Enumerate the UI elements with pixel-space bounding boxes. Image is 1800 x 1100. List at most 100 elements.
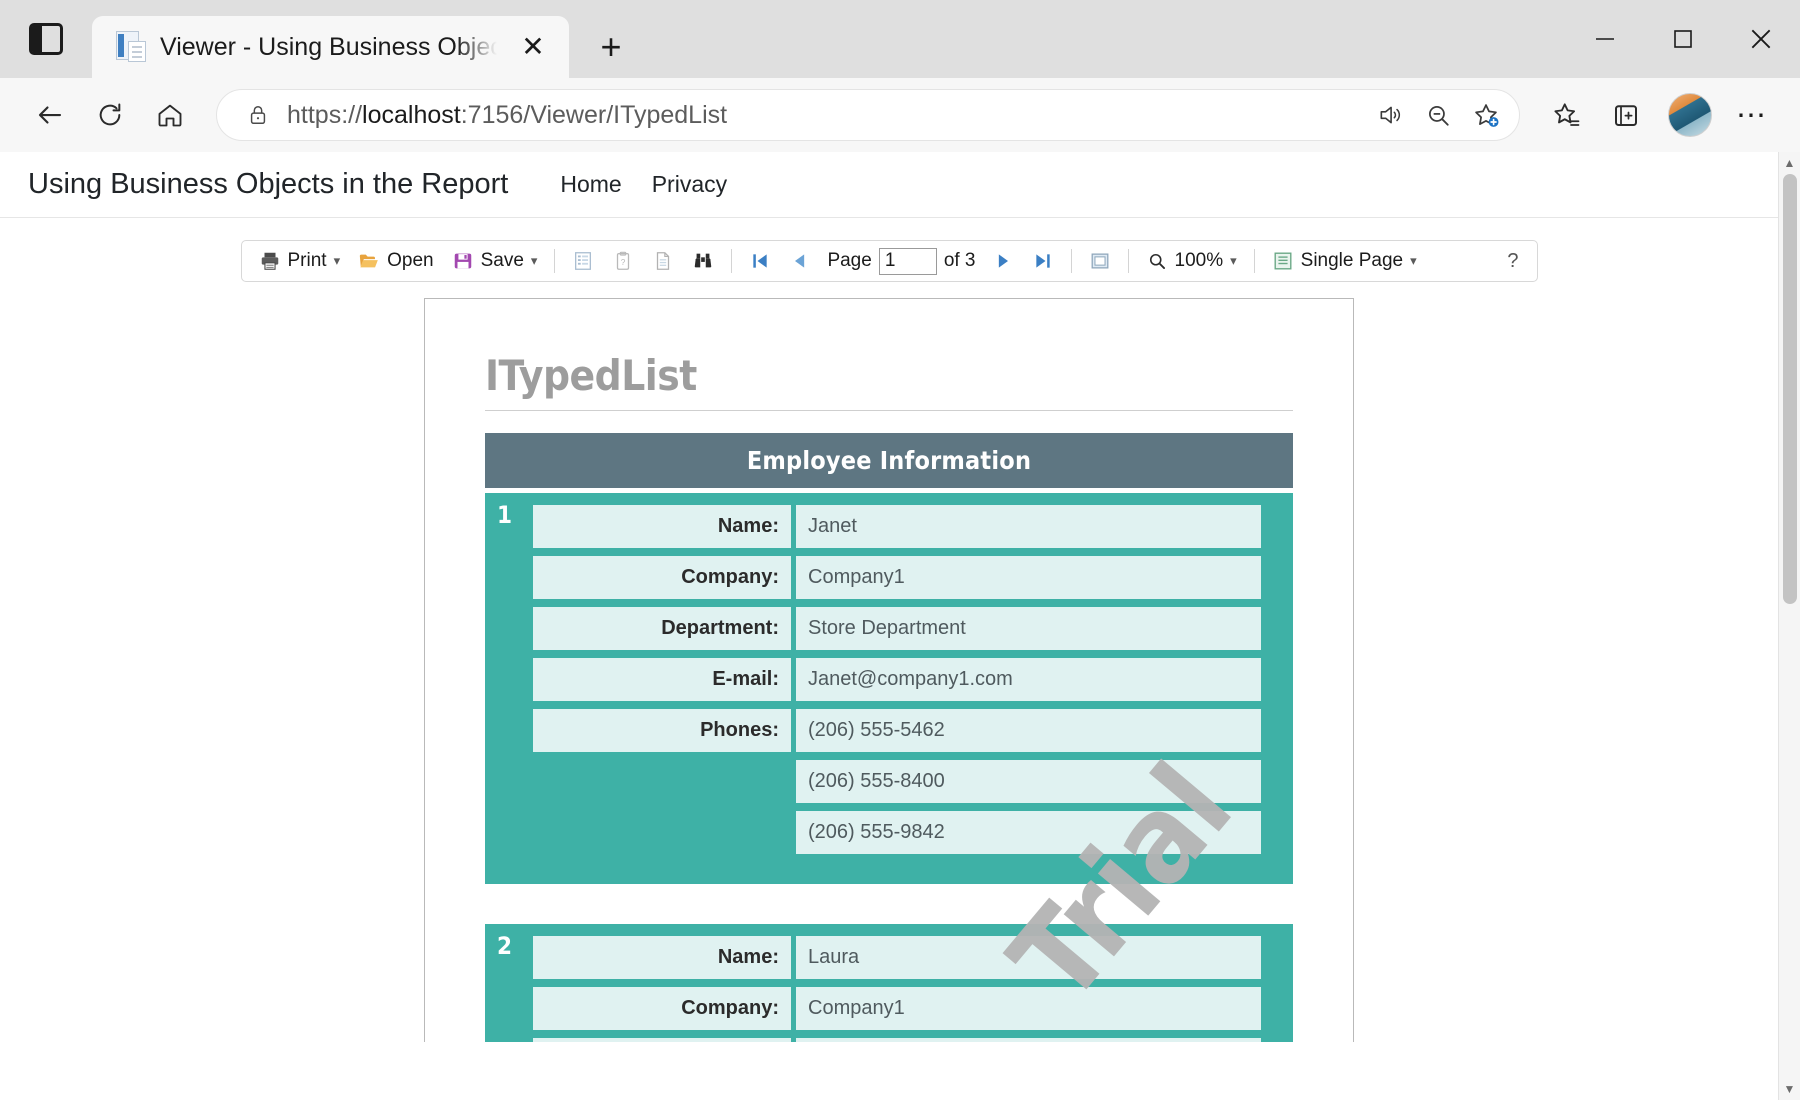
- chevron-down-icon[interactable]: ▾: [334, 253, 341, 269]
- toolbar-divider: [554, 249, 556, 273]
- lock-icon: [241, 103, 275, 127]
- field-row: Name: Laura: [533, 936, 1261, 979]
- title-divider: [485, 410, 1293, 411]
- browser-window: Viewer - Using Business Objects i ✕ +: [0, 0, 1800, 1100]
- last-page-button[interactable]: [1023, 244, 1063, 278]
- print-label: Print: [287, 250, 327, 271]
- web-page: Using Business Objects in the Report Hom…: [0, 152, 1778, 1100]
- outline-icon: [572, 250, 594, 272]
- split-screen-icon: [29, 23, 63, 55]
- field-row: (206) 555-8400: [533, 760, 1261, 803]
- record-number: 1: [497, 501, 513, 529]
- report-title: ITypedList: [485, 351, 697, 400]
- site-nav: Home Privacy: [560, 171, 727, 198]
- next-page-button[interactable]: [983, 244, 1023, 278]
- printer-icon: [259, 250, 281, 272]
- report-page: ITypedList Employee Information 1 Name: …: [424, 298, 1354, 1042]
- zoom-value: 100%: [1174, 250, 1224, 271]
- svg-text:?: ?: [621, 258, 626, 267]
- record-card: 1 Name: Janet Company: Company1 Departme…: [485, 493, 1293, 884]
- parameters-button[interactable]: ?: [603, 244, 643, 278]
- field-value: Janet: [796, 505, 1261, 548]
- parameters-icon: ?: [612, 250, 634, 272]
- next-page-icon: [992, 250, 1014, 272]
- field-label: Company:: [533, 987, 791, 1030]
- page-count-label: of 3: [943, 250, 976, 271]
- url-scheme: https://: [287, 100, 363, 129]
- field-label: Phones:: [533, 709, 791, 752]
- page-label: Page: [827, 250, 872, 271]
- field-row: [533, 1038, 1261, 1042]
- close-icon[interactable]: [1722, 0, 1800, 78]
- add-favorite-icon[interactable]: [1463, 92, 1509, 138]
- save-label: Save: [480, 250, 524, 271]
- view-mode-button[interactable]: Single Page ▾: [1263, 244, 1426, 278]
- zoom-out-icon[interactable]: [1415, 92, 1461, 138]
- first-page-icon: [749, 250, 771, 272]
- help-button[interactable]: ?: [1507, 250, 1528, 273]
- url-text[interactable]: https://localhost:7156/Viewer/ITypedList: [275, 101, 1367, 130]
- zoom-control[interactable]: 100% ▾: [1137, 244, 1246, 278]
- back-arrow-icon[interactable]: [22, 87, 78, 143]
- chevron-down-icon[interactable]: ▾: [531, 253, 538, 269]
- field-row: Company: Company1: [533, 556, 1261, 599]
- outline-button[interactable]: [563, 244, 603, 278]
- tab-actions-button[interactable]: [0, 0, 92, 78]
- page-scrollbar[interactable]: ▲ ▼: [1778, 152, 1800, 1100]
- field-label: [533, 1038, 791, 1042]
- field-row: (206) 555-9842: [533, 811, 1261, 854]
- field-value: Laura: [796, 936, 1261, 979]
- single-page-icon: [1272, 250, 1294, 272]
- save-button[interactable]: Save ▾: [443, 244, 547, 278]
- scrollbar-thumb[interactable]: [1782, 174, 1797, 604]
- field-label: Department:: [533, 607, 791, 650]
- field-row: Company: Company1: [533, 987, 1261, 1030]
- field-value: Company1: [796, 987, 1261, 1030]
- toolbar-divider: [731, 249, 733, 273]
- collections-icon[interactable]: [1598, 87, 1654, 143]
- search-button[interactable]: [683, 244, 723, 278]
- field-value: Janet@company1.com: [796, 658, 1261, 701]
- chevron-down-icon[interactable]: ▾: [1410, 253, 1417, 269]
- viewer-toolbar: Print ▾ Open Save ▾ ? Page 1 of 3 100% ▾…: [240, 240, 1538, 282]
- page-copy-button[interactable]: [643, 244, 683, 278]
- magnifier-icon: [1146, 250, 1168, 272]
- ellipsis-icon[interactable]: ⋯: [1726, 89, 1778, 141]
- chevron-down-icon[interactable]: ▾: [1230, 253, 1237, 269]
- new-tab-button[interactable]: +: [587, 23, 635, 71]
- open-button[interactable]: Open: [349, 244, 442, 278]
- nav-link-home[interactable]: Home: [560, 171, 621, 198]
- viewer-toolbar-container: Print ▾ Open Save ▾ ? Page 1 of 3 100% ▾…: [0, 218, 1778, 282]
- scroll-down-icon[interactable]: ▼: [1779, 1078, 1800, 1100]
- browser-tab[interactable]: Viewer - Using Business Objects i ✕: [92, 16, 569, 78]
- page-input[interactable]: [878, 247, 937, 275]
- url-path: :7156/Viewer/ITypedList: [460, 100, 728, 129]
- avatar[interactable]: [1668, 93, 1712, 137]
- refresh-icon[interactable]: [82, 87, 138, 143]
- record-card: 2 Name: Laura Company: Company1: [485, 924, 1293, 1042]
- scroll-up-icon[interactable]: ▲: [1779, 152, 1800, 174]
- read-aloud-icon[interactable]: [1367, 92, 1413, 138]
- maximize-icon[interactable]: [1644, 0, 1722, 78]
- open-label: Open: [387, 250, 434, 271]
- home-icon[interactable]: [142, 87, 198, 143]
- print-button[interactable]: Print ▾: [250, 244, 350, 278]
- nav-link-privacy[interactable]: Privacy: [652, 171, 727, 198]
- address-bar[interactable]: https://localhost:7156/Viewer/ITypedList: [216, 89, 1520, 141]
- field-value: Store Department: [796, 607, 1261, 650]
- field-label: E-mail:: [533, 658, 791, 701]
- previous-page-button[interactable]: [780, 244, 820, 278]
- scrollbar-track[interactable]: [1779, 174, 1800, 1078]
- minimize-icon[interactable]: [1566, 0, 1644, 78]
- browser-titlebar: Viewer - Using Business Objects i ✕ +: [0, 0, 1800, 78]
- field-label: [533, 760, 791, 803]
- floppy-disk-icon: [452, 250, 474, 272]
- first-page-button[interactable]: [740, 244, 780, 278]
- field-value: [796, 1038, 1261, 1042]
- fit-page-button[interactable]: [1080, 244, 1120, 278]
- favorites-icon[interactable]: [1538, 87, 1594, 143]
- field-label: Company:: [533, 556, 791, 599]
- close-icon[interactable]: ✕: [511, 25, 555, 69]
- url-host: localhost: [362, 100, 461, 129]
- folder-open-icon: [358, 250, 380, 272]
